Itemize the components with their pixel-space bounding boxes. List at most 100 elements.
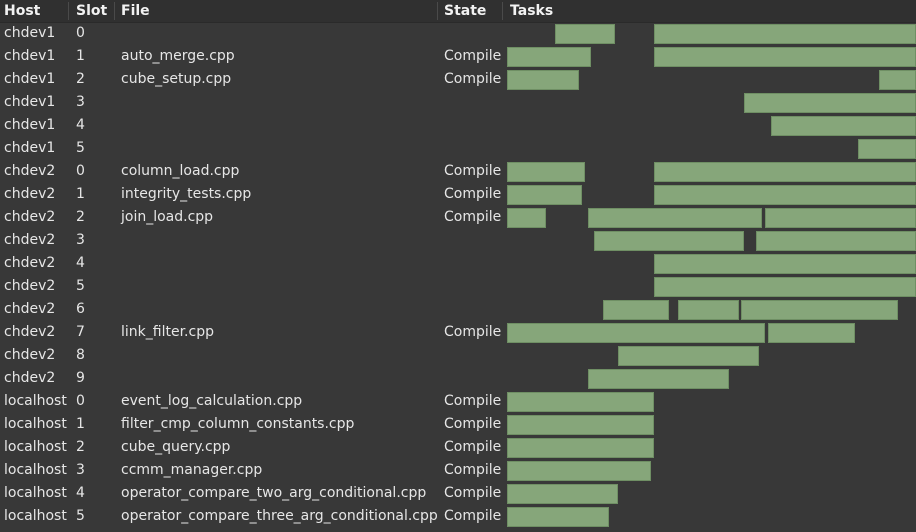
task-timeline: [0, 344, 916, 367]
state-cell: Compile: [444, 485, 502, 501]
task-timeline: [0, 137, 916, 160]
task-bar[interactable]: [507, 392, 654, 412]
column-divider[interactable]: [437, 2, 438, 20]
table-row[interactable]: localhost 2 cube_query.cpp Compile: [0, 436, 916, 459]
state-cell: Compile: [444, 416, 502, 432]
slot-cell: 3: [76, 462, 85, 478]
column-divider[interactable]: [68, 2, 69, 20]
task-bar[interactable]: [507, 70, 579, 90]
column-header-state[interactable]: State: [444, 0, 486, 22]
file-cell: operator_compare_two_arg_conditional.cpp: [121, 485, 427, 501]
slot-cell: 8: [76, 347, 85, 363]
host-cell: chdev1: [4, 117, 56, 133]
task-bar[interactable]: [768, 323, 855, 343]
table-row[interactable]: chdev1 3: [0, 91, 916, 114]
table-row[interactable]: localhost 0 event_log_calculation.cpp Co…: [0, 390, 916, 413]
table-row[interactable]: chdev1 0: [0, 22, 916, 45]
slot-cell: 6: [76, 301, 85, 317]
task-bar[interactable]: [507, 208, 546, 228]
slot-cell: 5: [76, 278, 85, 294]
state-cell: Compile: [444, 163, 502, 179]
task-bar[interactable]: [507, 415, 654, 435]
task-bar[interactable]: [654, 277, 916, 297]
host-cell: chdev1: [4, 140, 56, 156]
task-timeline: [0, 298, 916, 321]
task-bar[interactable]: [507, 323, 765, 343]
task-bar[interactable]: [507, 438, 654, 458]
task-bar[interactable]: [678, 300, 739, 320]
task-bar[interactable]: [879, 70, 916, 90]
host-cell: localhost: [4, 393, 67, 409]
task-bar[interactable]: [507, 185, 582, 205]
table-row[interactable]: chdev1 5: [0, 137, 916, 160]
task-bar[interactable]: [603, 300, 669, 320]
table-row[interactable]: chdev2 2 join_load.cpp Compile: [0, 206, 916, 229]
host-cell: chdev1: [4, 71, 56, 87]
task-bar[interactable]: [756, 231, 916, 251]
host-cell: chdev1: [4, 94, 56, 110]
table-row[interactable]: localhost 3 ccmm_manager.cpp Compile: [0, 459, 916, 482]
state-cell: Compile: [444, 71, 502, 87]
task-bar[interactable]: [744, 93, 916, 113]
task-bar[interactable]: [507, 507, 609, 527]
task-bar[interactable]: [507, 162, 585, 182]
table-row[interactable]: chdev2 4: [0, 252, 916, 275]
task-bar[interactable]: [654, 185, 916, 205]
task-bar[interactable]: [507, 47, 591, 67]
slot-cell: 5: [76, 508, 85, 524]
table-row[interactable]: chdev2 8: [0, 344, 916, 367]
task-bar[interactable]: [594, 231, 744, 251]
slot-cell: 2: [76, 439, 85, 455]
table-row[interactable]: chdev2 1 integrity_tests.cpp Compile: [0, 183, 916, 206]
host-cell: localhost: [4, 508, 67, 524]
column-divider[interactable]: [502, 2, 503, 20]
table-row[interactable]: chdev2 7 link_filter.cpp Compile: [0, 321, 916, 344]
column-header-tasks[interactable]: Tasks: [510, 0, 553, 22]
table-row[interactable]: chdev2 3: [0, 229, 916, 252]
task-bar[interactable]: [654, 47, 916, 67]
table-row[interactable]: chdev2 6: [0, 298, 916, 321]
state-cell: Compile: [444, 209, 502, 225]
task-bar[interactable]: [654, 254, 916, 274]
host-cell: chdev1: [4, 48, 56, 64]
table-header: Host Slot File State Tasks: [0, 0, 916, 23]
slot-cell: 1: [76, 48, 85, 64]
task-bar[interactable]: [771, 116, 916, 136]
task-bar[interactable]: [765, 208, 916, 228]
task-bar[interactable]: [618, 346, 759, 366]
slot-cell: 4: [76, 255, 85, 271]
slot-cell: 7: [76, 324, 85, 340]
slot-cell: 2: [76, 209, 85, 225]
table-row[interactable]: localhost 1 filter_cmp_column_constants.…: [0, 413, 916, 436]
table-row[interactable]: chdev1 2 cube_setup.cpp Compile: [0, 68, 916, 91]
task-bar[interactable]: [741, 300, 898, 320]
column-header-host[interactable]: Host: [4, 0, 40, 22]
file-cell: link_filter.cpp: [121, 324, 214, 340]
task-bar[interactable]: [507, 461, 651, 481]
slot-cell: 0: [76, 25, 85, 41]
host-cell: chdev2: [4, 163, 56, 179]
task-bar[interactable]: [858, 139, 916, 159]
column-divider[interactable]: [114, 2, 115, 20]
task-bar[interactable]: [654, 162, 916, 182]
host-cell: chdev2: [4, 324, 56, 340]
column-header-slot[interactable]: Slot: [76, 0, 107, 22]
task-bar[interactable]: [654, 24, 916, 44]
table-row[interactable]: chdev2 5: [0, 275, 916, 298]
table-row[interactable]: chdev2 9: [0, 367, 916, 390]
task-timeline: [0, 114, 916, 137]
table-row[interactable]: chdev1 4: [0, 114, 916, 137]
table-row[interactable]: chdev2 0 column_load.cpp Compile: [0, 160, 916, 183]
task-bar[interactable]: [507, 484, 618, 504]
task-bar[interactable]: [588, 208, 762, 228]
state-cell: Compile: [444, 393, 502, 409]
table-row[interactable]: localhost 4 operator_compare_two_arg_con…: [0, 482, 916, 505]
table-row[interactable]: localhost 5 operator_compare_three_arg_c…: [0, 505, 916, 528]
host-cell: chdev2: [4, 347, 56, 363]
table-row[interactable]: chdev1 1 auto_merge.cpp Compile: [0, 45, 916, 68]
task-bar[interactable]: [588, 369, 729, 389]
task-bar[interactable]: [555, 24, 615, 44]
task-timeline: [0, 91, 916, 114]
task-timeline: [0, 252, 916, 275]
column-header-file[interactable]: File: [121, 0, 150, 22]
